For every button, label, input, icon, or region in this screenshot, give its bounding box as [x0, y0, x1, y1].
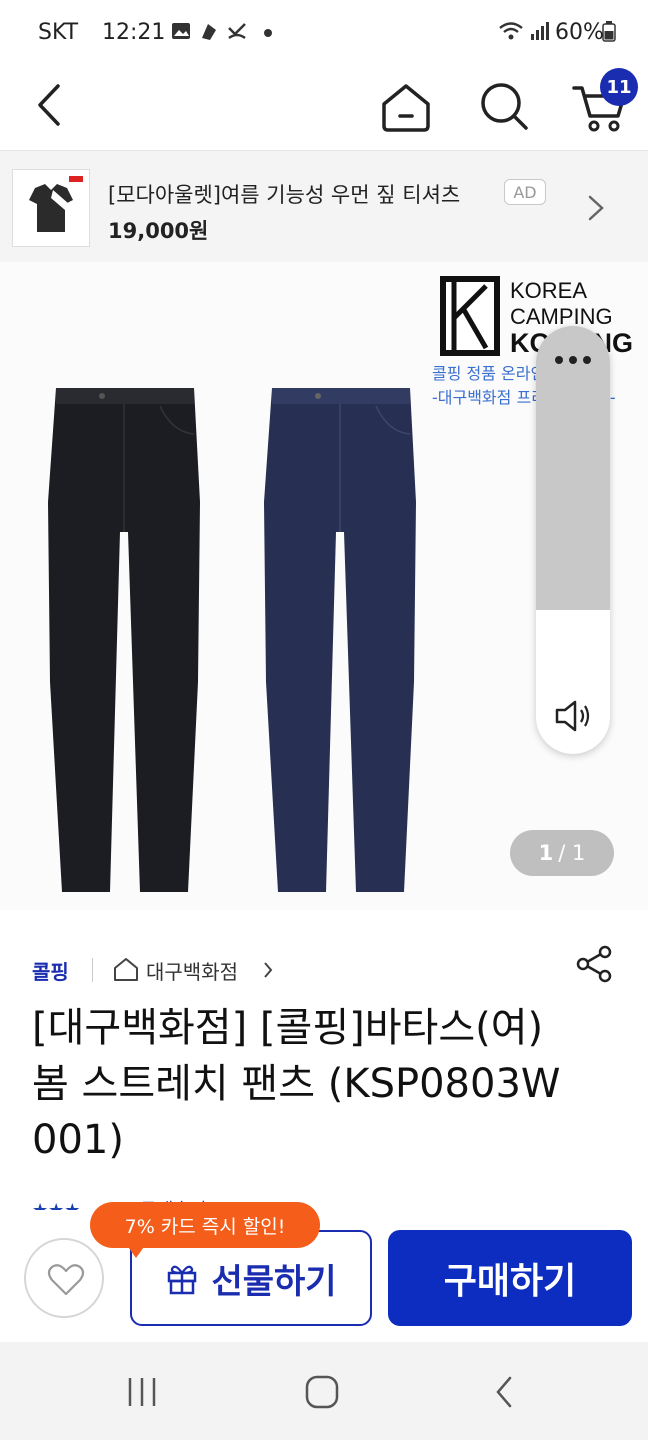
- carrier-label: SKT: [38, 20, 79, 45]
- cart-count-badge: 11: [600, 68, 638, 106]
- top-navigation: 11: [0, 66, 648, 150]
- image-pager: 1 / 1: [510, 830, 614, 876]
- wishlist-button[interactable]: [24, 1238, 104, 1318]
- search-icon[interactable]: [476, 78, 532, 134]
- chevron-right-icon[interactable]: [262, 960, 274, 980]
- navy-pants-image: [264, 388, 416, 892]
- battery-icon: [602, 21, 616, 42]
- signal-icon: [531, 22, 549, 40]
- clock: 12:21: [102, 20, 166, 45]
- status-bar: SKT 12:21 60%: [0, 0, 648, 66]
- chevron-right-icon[interactable]: [584, 191, 608, 225]
- pager-current: 1: [538, 841, 554, 865]
- ad-badge: AD: [504, 179, 546, 205]
- buy-button[interactable]: 구매하기: [388, 1230, 632, 1326]
- ad-title[interactable]: [모다아울렛]여름 기능성 우먼 짚 티셔츠: [108, 179, 493, 209]
- heart-icon: [47, 1264, 85, 1296]
- ad-price: 19,000원: [108, 219, 209, 243]
- purchase-action-bar: 선물하기 구매하기 7% 카드 즉시 할인!: [0, 1202, 648, 1342]
- product-title: [대구백화점] [콜핑]바타스(여) 봄 스트레치 팬츠 (KSP0803W 0…: [32, 1005, 561, 1163]
- store-home-icon[interactable]: [112, 956, 140, 982]
- wifi-icon: [499, 22, 523, 40]
- nav-back-icon[interactable]: [492, 1374, 516, 1410]
- gallery-icon: [172, 23, 190, 39]
- brand-link[interactable]: 콜핑: [32, 956, 69, 985]
- shirt-thumbnail-icon: [29, 176, 83, 232]
- app-notification-icon: [202, 24, 216, 40]
- home-icon[interactable]: [378, 78, 434, 134]
- system-nav-bar: [0, 1342, 648, 1440]
- gift-icon: [168, 1265, 197, 1295]
- gift-label: 선물하기: [211, 1261, 337, 1302]
- pager-total: / 1: [558, 841, 586, 865]
- store-link[interactable]: 대구백화점: [146, 956, 238, 985]
- more-options-icon[interactable]: [553, 354, 593, 366]
- ad-banner[interactable]: [모다아울렛]여름 기능성 우먼 짚 티셔츠 19,000원 AD: [0, 150, 648, 264]
- card-discount-tooltip: 7% 카드 즉시 할인!: [90, 1202, 320, 1248]
- brand-row: 콜핑 대구백화점: [0, 944, 648, 996]
- back-arrow-icon[interactable]: [30, 80, 70, 130]
- floating-video-panel[interactable]: [536, 326, 610, 754]
- product-image-carousel[interactable]: KOREA CAMPING KOLPING 콜핑 정품 온라인 판매처 -대구백…: [0, 262, 648, 910]
- tooltip-tail: [126, 1244, 146, 1258]
- volume-icon[interactable]: [553, 698, 593, 734]
- ad-thumbnail: [12, 169, 90, 247]
- missed-call-icon: [228, 23, 246, 40]
- recent-apps-icon[interactable]: [124, 1376, 160, 1408]
- kolping-logo: [440, 276, 500, 356]
- share-icon[interactable]: [574, 944, 614, 984]
- home-button-icon[interactable]: [304, 1374, 340, 1410]
- more-notifications-dot: [264, 29, 272, 37]
- divider: [92, 958, 93, 982]
- black-pants-image: [48, 388, 200, 892]
- battery-percent: 60%: [555, 20, 604, 45]
- floating-panel-handle[interactable]: [536, 326, 610, 610]
